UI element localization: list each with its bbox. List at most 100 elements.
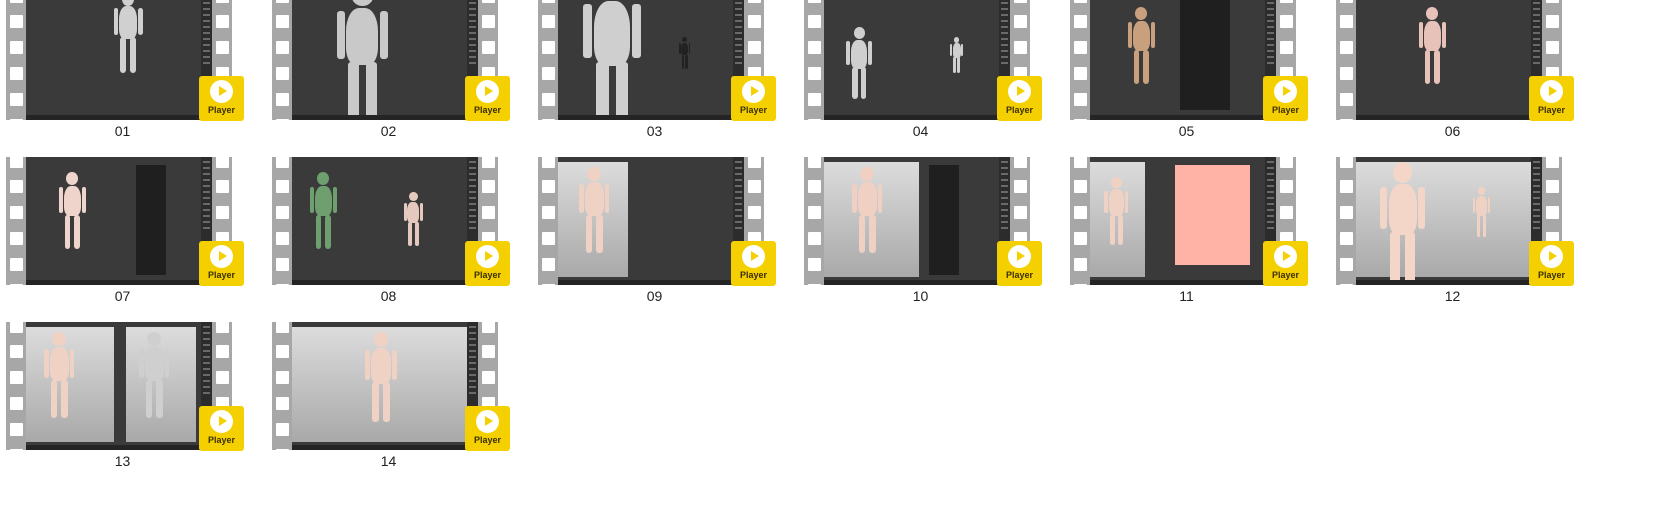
- video-thumbnail[interactable]: Player 02: [266, 0, 511, 150]
- figure-head: [860, 167, 874, 182]
- sprocket-holes: [272, 0, 292, 120]
- toolbar-tick: [1267, 227, 1274, 229]
- player-button[interactable]: Player: [199, 406, 244, 451]
- figure-head: [953, 37, 960, 43]
- player-button[interactable]: Player: [465, 406, 510, 451]
- toolbar-tick: [203, 62, 210, 64]
- toolbar-tick: [1267, 173, 1274, 175]
- sprocket-hole: [482, 371, 495, 384]
- player-button[interactable]: Player: [199, 241, 244, 286]
- player-button[interactable]: Player: [997, 241, 1042, 286]
- toolbar-tick: [203, 386, 210, 388]
- video-preview: [26, 322, 212, 450]
- figure-leg: [120, 37, 127, 73]
- video-thumbnail[interactable]: Player 08: [266, 157, 511, 315]
- figure-leg: [1424, 49, 1431, 84]
- figure-leg: [60, 379, 68, 418]
- player-button[interactable]: Player: [199, 76, 244, 121]
- toolbar-tick: [469, 386, 476, 388]
- sprocket-holes: [272, 322, 292, 450]
- sprocket-hole: [1340, 232, 1353, 245]
- figure-arm: [164, 349, 170, 378]
- toolbar-tick: [469, 173, 476, 175]
- video-thumbnail[interactable]: Player 03: [532, 0, 777, 150]
- video-thumbnail[interactable]: Player 09: [532, 157, 777, 315]
- toolbar-tick: [203, 374, 210, 376]
- video-preview: [1090, 157, 1276, 285]
- video-thumbnail[interactable]: Player 14: [266, 322, 511, 480]
- figure-arm: [1441, 22, 1446, 48]
- video-thumbnail[interactable]: Player 06: [1330, 0, 1575, 150]
- play-icon: [210, 80, 233, 103]
- sprocket-hole: [1014, 15, 1027, 28]
- sprocket-hole: [542, 119, 555, 120]
- sprocket-hole: [276, 258, 289, 271]
- toolbar-tick: [735, 173, 742, 175]
- player-button[interactable]: Player: [731, 241, 776, 286]
- player-button[interactable]: Player: [1529, 76, 1574, 121]
- video-thumbnail[interactable]: Player 04: [798, 0, 1043, 150]
- figure-body: [49, 347, 69, 382]
- sprocket-hole: [808, 284, 821, 285]
- toolbar-tick: [735, 14, 742, 16]
- toolbar-tick: [1533, 62, 1540, 64]
- toolbar-tick: [203, 326, 210, 328]
- player-button[interactable]: Player: [465, 76, 510, 121]
- player-button[interactable]: Player: [465, 241, 510, 286]
- video-preview: [292, 322, 478, 450]
- sprocket-hole: [10, 206, 23, 219]
- figure-head: [374, 332, 388, 347]
- player-button[interactable]: Player: [1263, 76, 1308, 121]
- toolbar-tick: [1267, 179, 1274, 181]
- video-thumbnail[interactable]: Player 13: [0, 322, 245, 480]
- figure-arm: [961, 44, 963, 57]
- toolbar-tick: [735, 50, 742, 52]
- toolbar-tick: [203, 215, 210, 217]
- player-button[interactable]: Player: [1529, 241, 1574, 286]
- thumbnail-caption: 11: [1179, 288, 1194, 304]
- toolbar-tick: [1267, 209, 1274, 211]
- sprocket-hole: [482, 0, 495, 3]
- sprocket-hole: [482, 157, 495, 168]
- figure-leg: [129, 37, 137, 73]
- toolbar-tick: [1001, 44, 1008, 46]
- toolbar-tick: [1001, 197, 1008, 199]
- video-thumbnail[interactable]: Player 12: [1330, 157, 1575, 315]
- player-label: Player: [1537, 270, 1566, 280]
- sprocket-hole: [1340, 0, 1353, 3]
- toolbar-tick: [469, 221, 476, 223]
- figure-arm: [868, 41, 872, 66]
- video-thumbnail[interactable]: Player 01: [0, 0, 245, 150]
- figure-leg: [860, 67, 867, 99]
- toolbar-tick: [469, 215, 476, 217]
- player-label: Player: [739, 270, 768, 280]
- sprocket-hole: [276, 15, 289, 28]
- toolbar-tick: [735, 161, 742, 163]
- toolbar-tick: [469, 227, 476, 229]
- video-thumbnail[interactable]: Player 07: [0, 157, 245, 315]
- toolbar-tick: [469, 197, 476, 199]
- video-thumbnail[interactable]: Player 10: [798, 157, 1043, 315]
- player-button[interactable]: Player: [731, 76, 776, 121]
- sprocket-hole: [276, 206, 289, 219]
- figure-head: [147, 332, 161, 347]
- toolbar-tick: [1267, 215, 1274, 217]
- sprocket-hole: [1074, 232, 1087, 245]
- toolbar-tick: [203, 173, 210, 175]
- toolbar-tick: [203, 32, 210, 34]
- player-button[interactable]: Player: [1263, 241, 1308, 286]
- video-thumbnail[interactable]: Player 11: [1064, 157, 1309, 315]
- sprocket-hole: [216, 15, 229, 28]
- player-label: Player: [207, 270, 236, 280]
- figure-head: [351, 0, 374, 6]
- toolbar-tick: [1001, 56, 1008, 58]
- sprocket-hole: [542, 67, 555, 80]
- toolbar-tick: [1533, 50, 1540, 52]
- sprocket-holes: [538, 157, 558, 285]
- sprocket-hole: [1280, 15, 1293, 28]
- player-label: Player: [473, 270, 502, 280]
- video-thumbnail[interactable]: Player 05: [1064, 0, 1309, 150]
- toolbar-tick: [735, 203, 742, 205]
- player-button[interactable]: Player: [997, 76, 1042, 121]
- sprocket-holes: [1070, 157, 1090, 285]
